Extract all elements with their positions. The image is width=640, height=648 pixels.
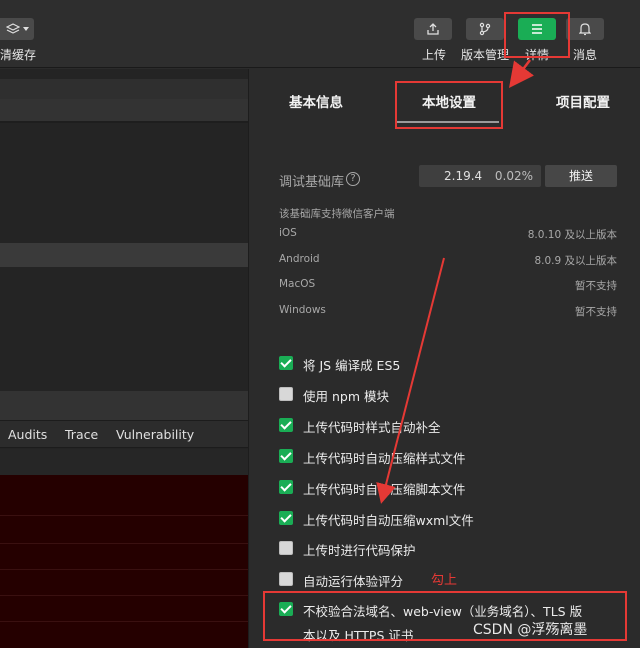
settings-panel: 基本信息 本地设置 项目配置 调试基础库 ? 2.19.4 0.02% 推送 该… xyxy=(248,69,640,648)
option-label: 上传代码时自动压缩样式文件 xyxy=(303,451,466,466)
checkbox-checked[interactable] xyxy=(279,418,293,432)
highlight-box-detail xyxy=(504,12,570,58)
support-platform: Android xyxy=(279,253,320,265)
layers-icon xyxy=(5,23,20,34)
highlight-box-tab xyxy=(395,81,503,129)
support-row: Windows 暂不支持 xyxy=(279,304,617,318)
left-strip xyxy=(0,449,248,475)
option-label: 将 JS 编译成 ES5 xyxy=(303,358,401,373)
option-label: 上传代码时样式自动补全 xyxy=(303,420,441,435)
tab-basic-info[interactable]: 基本信息 xyxy=(289,91,343,111)
support-value: 暂不支持 xyxy=(575,306,617,318)
debug-lib-label: 调试基础库 xyxy=(279,175,345,190)
debug-lib-percent: 0.02% xyxy=(494,169,533,183)
left-strip xyxy=(0,79,248,99)
log-divider xyxy=(0,515,248,516)
option-label: 使用 npm 模块 xyxy=(303,389,389,404)
option-label: 自动运行体验评分 xyxy=(303,574,404,589)
left-strip xyxy=(0,99,248,121)
checkbox-unchecked[interactable] xyxy=(279,387,293,401)
checkbox-checked[interactable] xyxy=(279,511,293,525)
debug-lib-select[interactable]: 2.19.4 0.02% xyxy=(419,165,541,187)
left-divider xyxy=(0,121,248,123)
debug-lib-version: 2.19.4 xyxy=(444,169,483,183)
tab-project-config[interactable]: 项目配置 xyxy=(556,91,610,111)
left-strip xyxy=(0,391,248,421)
left-strip xyxy=(0,243,248,267)
watermark: CSDN @浮殇离墨 xyxy=(473,622,588,638)
branch-icon xyxy=(479,22,491,36)
push-button[interactable]: 推送 xyxy=(545,165,617,187)
tab-trace[interactable]: Trace xyxy=(65,427,98,442)
clear-cache-button[interactable] xyxy=(0,18,34,40)
annotation-text: 勾上 xyxy=(431,573,458,588)
support-value: 暂不支持 xyxy=(575,280,617,292)
support-platform: MacOS xyxy=(279,278,316,290)
support-row: Android 8.0.9 及以上版本 xyxy=(279,253,617,267)
support-row: MacOS 暂不支持 xyxy=(279,278,617,292)
option-label: 上传代码时自动压缩wxml文件 xyxy=(303,513,474,528)
tab-audits[interactable]: Audits xyxy=(8,427,47,442)
checkbox-unchecked[interactable] xyxy=(279,572,293,586)
log-divider xyxy=(0,621,248,622)
bell-icon xyxy=(579,23,591,36)
tab-vulnerability[interactable]: Vulnerability xyxy=(116,427,194,442)
caret-down-icon xyxy=(22,27,29,31)
upload-icon xyxy=(427,23,439,35)
version-manage-label: 版本管理 xyxy=(461,48,510,62)
option-label: 上传时进行代码保护 xyxy=(303,543,416,558)
upload-label: 上传 xyxy=(422,48,447,62)
support-row: iOS 8.0.10 及以上版本 xyxy=(279,227,617,241)
support-platform: Windows xyxy=(279,304,326,316)
message-button[interactable] xyxy=(566,18,604,40)
checkbox-checked[interactable] xyxy=(279,480,293,494)
left-panel: Audits Trace Vulnerability xyxy=(0,69,248,648)
checkbox-checked[interactable] xyxy=(279,449,293,463)
log-divider xyxy=(0,543,248,544)
devtools-tabbar: Audits Trace Vulnerability xyxy=(0,420,248,448)
top-toolbar: 清缓存 上传 版本管理 详情 消息 xyxy=(0,0,640,68)
upload-button[interactable] xyxy=(414,18,452,40)
log-area xyxy=(0,475,248,648)
clear-cache-label: 清缓存 xyxy=(0,48,37,62)
message-label: 消息 xyxy=(573,48,598,62)
support-platform: iOS xyxy=(279,227,297,239)
support-value: 8.0.9 及以上版本 xyxy=(534,255,617,267)
version-manage-button[interactable] xyxy=(466,18,504,40)
log-divider xyxy=(0,569,248,570)
support-value: 8.0.10 及以上版本 xyxy=(527,229,617,241)
support-title: 该基础库支持微信客户端 xyxy=(279,208,395,220)
help-icon[interactable]: ? xyxy=(346,172,360,186)
log-divider xyxy=(0,595,248,596)
option-label: 上传代码时自动压缩脚本文件 xyxy=(303,482,466,497)
checkbox-unchecked[interactable] xyxy=(279,541,293,555)
checkbox-checked[interactable] xyxy=(279,356,293,370)
